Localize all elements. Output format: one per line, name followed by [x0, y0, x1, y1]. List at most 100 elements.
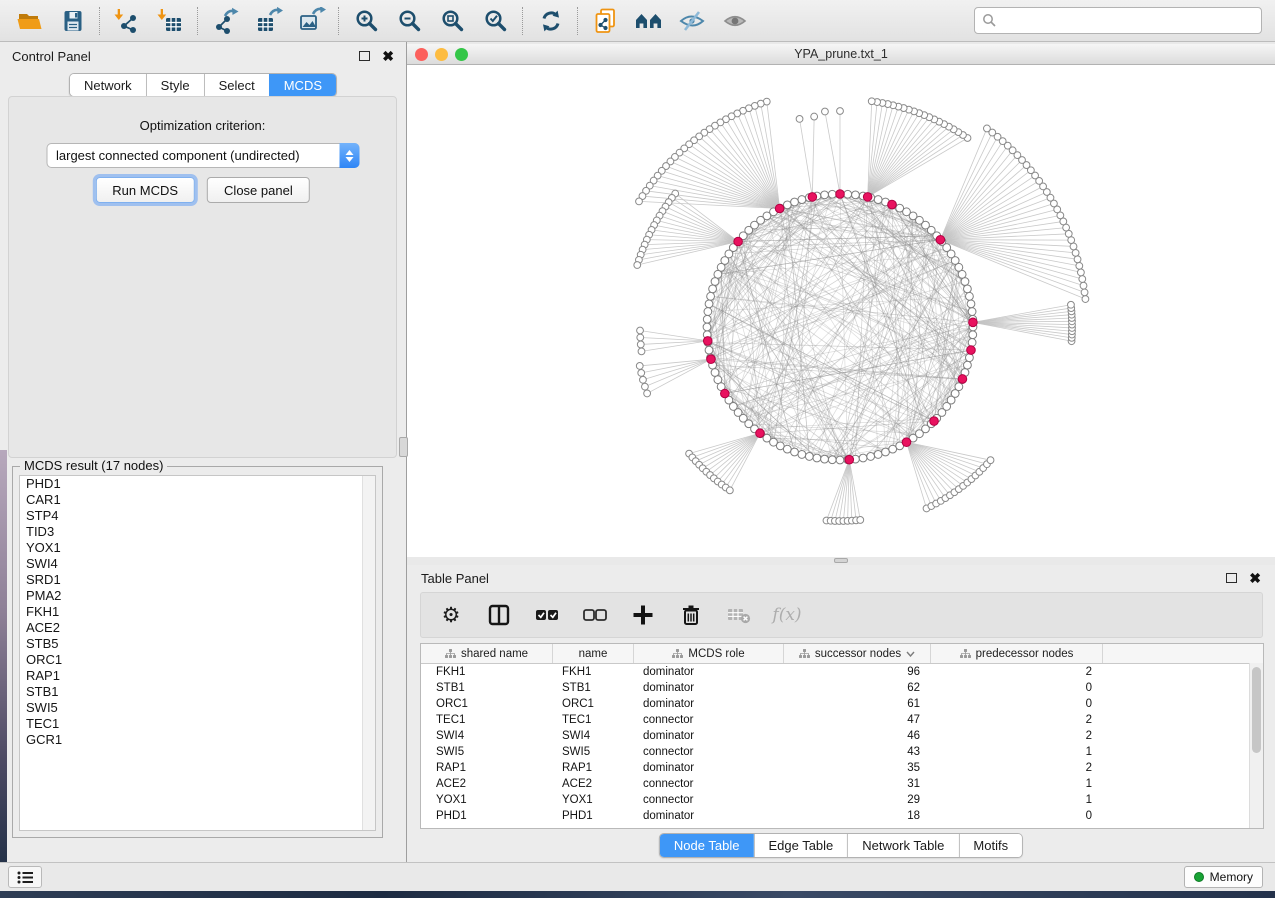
table-scrollbar-thumb[interactable] [1252, 667, 1261, 753]
network-node[interactable] [968, 308, 976, 316]
float-panel-icon[interactable] [359, 51, 370, 61]
network-satellite-node[interactable] [868, 98, 875, 105]
export-network-icon[interactable] [204, 3, 247, 39]
mcds-result-item[interactable]: YOX1 [20, 540, 375, 556]
network-satellite-node[interactable] [1070, 243, 1077, 250]
import-network-icon[interactable] [106, 3, 149, 39]
mcds-result-item[interactable]: STB1 [20, 684, 375, 700]
network-node[interactable] [821, 455, 829, 463]
table-tab-node-table[interactable]: Node Table [660, 834, 754, 857]
network-satellite-node[interactable] [726, 487, 733, 494]
close-panel-button[interactable]: Close panel [207, 177, 310, 203]
network-node[interactable] [707, 292, 715, 300]
network-satellite-node[interactable] [1072, 249, 1079, 256]
network-satellite-node[interactable] [1076, 262, 1083, 269]
network-node[interactable] [969, 331, 977, 339]
horizontal-splitter[interactable] [407, 557, 1275, 565]
network-satellite-node[interactable] [636, 363, 643, 370]
network-satellite-node[interactable] [1074, 256, 1081, 263]
close-window-icon[interactable] [415, 48, 428, 61]
network-node[interactable] [828, 190, 836, 198]
network-satellite-node[interactable] [1081, 289, 1088, 296]
export-table-icon[interactable] [247, 3, 290, 39]
mcds-result-item[interactable]: RAP1 [20, 668, 375, 684]
houses-icon[interactable] [627, 3, 670, 39]
network-satellite-node[interactable] [1079, 276, 1086, 283]
network-node[interactable] [859, 454, 867, 462]
new-network-from-selection-icon[interactable] [584, 3, 627, 39]
zoom-fit-icon[interactable] [431, 3, 474, 39]
network-node[interactable] [798, 196, 806, 204]
network-node[interactable] [791, 198, 799, 206]
column-header-predecessor-nodes[interactable]: predecessor nodes [931, 644, 1103, 663]
show-columns-icon[interactable] [485, 600, 513, 630]
mcds-hub-node[interactable] [967, 346, 976, 355]
run-mcds-button[interactable]: Run MCDS [95, 177, 195, 203]
table-row[interactable]: FKH1FKH1dominator962 [421, 664, 1263, 680]
table-row[interactable]: ORC1ORC1dominator610 [421, 696, 1263, 712]
network-node[interactable] [703, 315, 711, 323]
mcds-hub-node[interactable] [703, 337, 712, 346]
minimize-window-icon[interactable] [435, 48, 448, 61]
search-field[interactable] [974, 7, 1262, 34]
maximize-window-icon[interactable] [455, 48, 468, 61]
network-satellite-node[interactable] [638, 348, 645, 355]
network-satellite-node[interactable] [796, 115, 803, 122]
network-node[interactable] [836, 456, 844, 464]
network-node[interactable] [961, 278, 969, 286]
network-node[interactable] [966, 292, 974, 300]
network-satellite-node[interactable] [1068, 237, 1075, 244]
optimization-criterion-select[interactable]: largest connected component (undirected) [46, 143, 359, 168]
table-tab-network-table[interactable]: Network Table [847, 834, 958, 857]
show-graphics-details-icon[interactable] [713, 3, 756, 39]
tab-style[interactable]: Style [146, 74, 204, 96]
table-row[interactable]: YOX1YOX1connector291 [421, 792, 1263, 808]
network-satellite-node[interactable] [636, 198, 643, 205]
network-satellite-node[interactable] [634, 262, 641, 269]
table-tab-motifs[interactable]: Motifs [958, 834, 1022, 857]
mcds-result-item[interactable]: FKH1 [20, 604, 375, 620]
horizontal-splitter-grip[interactable] [834, 558, 848, 563]
network-graph[interactable] [407, 65, 1275, 557]
network-node[interactable] [704, 308, 712, 316]
close-panel-icon[interactable]: ✖ [382, 49, 394, 63]
mcds-result-item[interactable]: STB5 [20, 636, 375, 652]
network-node[interactable] [783, 445, 791, 453]
network-canvas[interactable] [407, 65, 1275, 557]
mcds-hub-node[interactable] [808, 193, 817, 202]
network-node[interactable] [964, 361, 972, 369]
network-node[interactable] [798, 451, 806, 459]
network-node[interactable] [844, 190, 852, 198]
tab-mcds[interactable]: MCDS [269, 74, 336, 96]
network-node[interactable] [968, 339, 976, 347]
network-satellite-node[interactable] [822, 108, 829, 115]
mcds-result-item[interactable]: PMA2 [20, 588, 375, 604]
task-history-button[interactable] [8, 866, 42, 888]
network-node[interactable] [967, 300, 975, 308]
network-node[interactable] [874, 451, 882, 459]
network-node[interactable] [821, 191, 829, 199]
network-node[interactable] [874, 196, 882, 204]
network-satellite-node[interactable] [637, 341, 644, 348]
mcds-result-item[interactable]: SRD1 [20, 572, 375, 588]
network-satellite-node[interactable] [640, 376, 647, 383]
tab-network[interactable]: Network [70, 74, 146, 96]
network-node[interactable] [705, 346, 713, 354]
mcds-result-item[interactable]: SWI5 [20, 700, 375, 716]
network-node[interactable] [709, 285, 717, 293]
save-session-icon[interactable] [51, 3, 94, 39]
network-satellite-node[interactable] [837, 108, 844, 115]
mcds-hub-node[interactable] [836, 190, 845, 199]
table-row[interactable]: SWI4SWI4dominator462 [421, 728, 1263, 744]
network-satellite-node[interactable] [638, 369, 645, 376]
network-node[interactable] [705, 300, 713, 308]
network-node[interactable] [882, 448, 890, 456]
network-node[interactable] [711, 369, 719, 377]
table-row[interactable]: TEC1TEC1connector472 [421, 712, 1263, 728]
network-node[interactable] [867, 453, 875, 461]
mcds-result-item[interactable]: GCR1 [20, 732, 375, 748]
column-header-name[interactable]: name [553, 644, 634, 663]
import-table-icon[interactable] [149, 3, 192, 39]
mcds-hub-node[interactable] [930, 417, 939, 426]
zoom-in-icon[interactable] [345, 3, 388, 39]
